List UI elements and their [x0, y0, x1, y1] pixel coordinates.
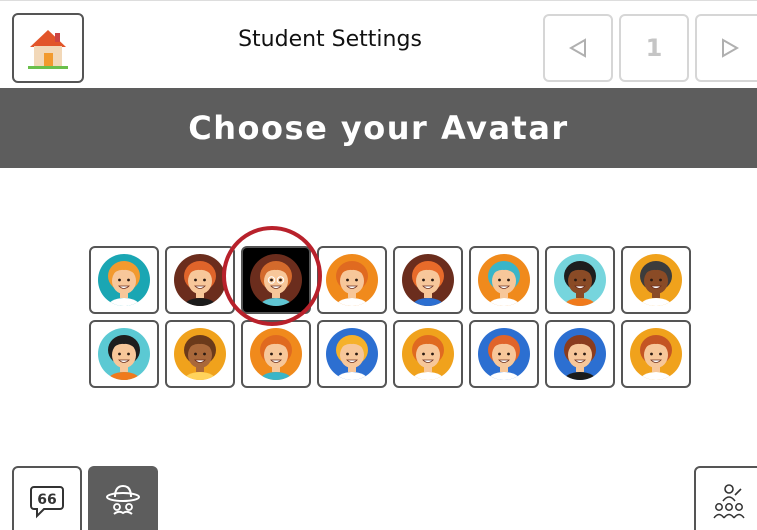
avatar-face-icon — [554, 328, 606, 380]
avatar-option-boy-orange-hair[interactable] — [317, 246, 387, 314]
avatar-banner: Choose your Avatar — [0, 88, 757, 168]
avatar-option-boy-beanie[interactable] — [621, 246, 691, 314]
quote-button[interactable]: 66 — [12, 466, 82, 530]
group-people-icon — [713, 484, 745, 519]
hat-mustache-icon — [106, 484, 140, 515]
avatar-option-girl-long-hair[interactable] — [621, 320, 691, 388]
home-button[interactable] — [12, 13, 84, 83]
disguise-button[interactable] — [88, 466, 158, 530]
avatar-face-icon — [326, 328, 378, 380]
avatar-face-icon — [402, 328, 454, 380]
house-icon — [28, 30, 68, 69]
avatar-option-girl-brown-hair[interactable] — [545, 320, 615, 388]
svg-text:66: 66 — [37, 492, 56, 508]
avatar-face-icon — [326, 254, 378, 306]
avatar-option-girl-red-bob[interactable] — [393, 320, 463, 388]
avatar-option-girl-bun[interactable] — [241, 320, 311, 388]
avatar-option-boy-striped[interactable] — [393, 246, 463, 314]
page-title: Student Settings — [238, 27, 422, 52]
avatar-option-girl-pigtails[interactable] — [165, 320, 235, 388]
avatar-option-girl-topknot[interactable] — [469, 320, 539, 388]
avatar-face-icon — [174, 328, 226, 380]
previous-page-button[interactable] — [543, 14, 613, 82]
triangle-right-icon — [722, 38, 740, 58]
next-page-button[interactable] — [695, 14, 757, 82]
avatar-option-boy-redhead[interactable] — [165, 246, 235, 314]
avatar-option-boy-cap[interactable] — [469, 246, 539, 314]
avatar-face-icon — [250, 254, 302, 306]
avatar-face-icon — [478, 328, 530, 380]
avatar-face-icon — [98, 254, 150, 306]
avatar-face-icon — [630, 254, 682, 306]
class-button[interactable] — [694, 466, 757, 530]
avatar-option-boy-curly[interactable] — [545, 246, 615, 314]
banner-title: Choose your Avatar — [188, 109, 569, 147]
avatar-face-icon — [630, 328, 682, 380]
avatar-face-icon — [250, 328, 302, 380]
avatar-option-girl-black-hair[interactable] — [89, 320, 159, 388]
avatar-face-icon — [554, 254, 606, 306]
avatar-option-girl-blonde[interactable] — [317, 320, 387, 388]
avatar-face-icon — [174, 254, 226, 306]
avatar-face-icon — [402, 254, 454, 306]
avatar-option-boy-blonde[interactable] — [89, 246, 159, 314]
top-bar: Student Settings 1 — [0, 0, 757, 88]
page-number: 1 — [619, 14, 689, 82]
avatar-option-boy-glasses[interactable] — [241, 246, 311, 314]
avatar-face-icon — [98, 328, 150, 380]
speech-quote-icon: 66 — [30, 486, 64, 519]
avatar-face-icon — [478, 254, 530, 306]
triangle-left-icon — [568, 38, 586, 58]
